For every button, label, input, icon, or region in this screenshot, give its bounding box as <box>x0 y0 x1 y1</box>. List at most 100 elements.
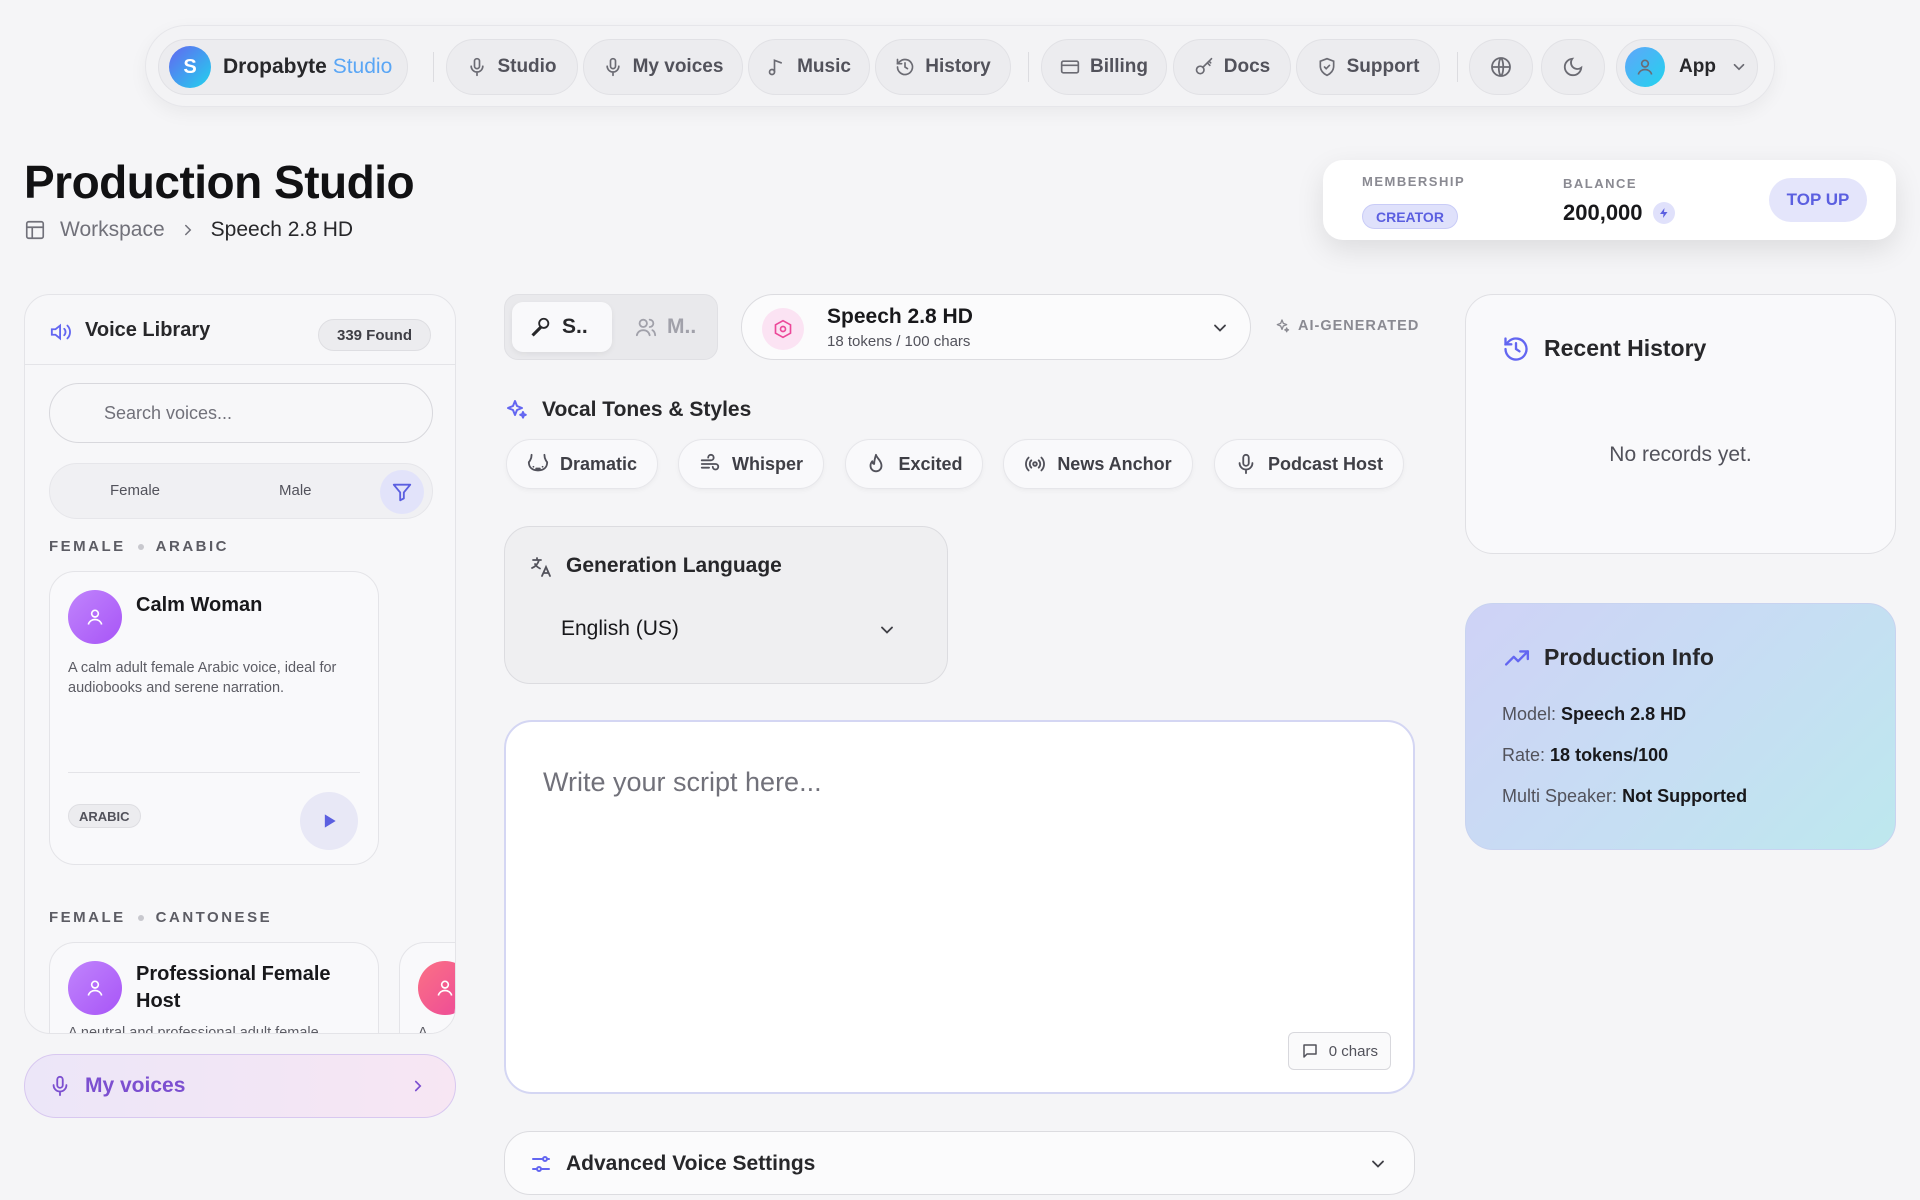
app-label: App <box>1679 56 1716 77</box>
top-navigation: S Dropabyte Studio Studio My voices Musi… <box>145 25 1775 107</box>
model-select[interactable]: Speech 2.8 HD 18 tokens / 100 chars <box>741 294 1251 360</box>
message-icon <box>1303 1044 1317 1058</box>
chevron-down-icon <box>881 626 893 634</box>
nav-label: My voices <box>632 56 724 77</box>
model-rate: 18 tokens / 100 chars <box>827 333 971 350</box>
section-language: ARABIC <box>155 538 230 555</box>
language-tag: ARABIC <box>68 804 141 828</box>
section-label-female-cantonese: FEMALE CANTONESE <box>49 909 272 926</box>
char-count-badge: 0 chars <box>1287 1032 1391 1070</box>
generation-language-title: Generation Language <box>566 554 782 577</box>
moon-icon <box>1563 57 1583 77</box>
chevron-down-icon <box>1733 63 1745 71</box>
info-label: Multi Speaker: <box>1502 786 1618 806</box>
style-label: Dramatic <box>559 453 638 474</box>
language-select[interactable]: English (US) <box>537 605 917 655</box>
voice-card[interactable]: Calm Woman A calm adult female Arabic vo… <box>49 571 379 865</box>
breadcrumb: Workspace Speech 2.8 HD <box>24 218 353 242</box>
style-chip-dramatic[interactable]: Dramatic <box>506 439 658 489</box>
info-row-multi-speaker: Multi Speaker: Not Supported <box>1502 786 1747 807</box>
separator-dot <box>137 914 144 921</box>
top-up-button[interactable]: TOP UP <box>1769 178 1867 222</box>
style-chip-excited[interactable]: Excited <box>845 439 983 489</box>
trending-up-icon <box>1504 650 1530 666</box>
balance-row: 200,000 <box>1563 200 1675 226</box>
info-value: Not Supported <box>1622 786 1748 806</box>
mode-single-speaker[interactable]: S.. <box>512 302 612 352</box>
hexagon-icon <box>774 319 792 339</box>
users-icon <box>635 318 657 337</box>
balance-value: 200,000 <box>1563 200 1643 225</box>
breadcrumb-workspace[interactable]: Workspace <box>60 218 165 242</box>
info-value: 18 tokens/100 <box>1550 745 1669 765</box>
info-label: Model: <box>1502 704 1557 724</box>
translate-icon <box>531 557 551 577</box>
style-label: Whisper <box>731 453 803 474</box>
voice-description: A calm adult female Arabic voice, ideal … <box>68 660 337 696</box>
gender-option-female[interactable]: Female <box>110 482 160 499</box>
style-chip-whisper[interactable]: Whisper <box>678 439 824 489</box>
nav-item-my-voices[interactable]: My voices <box>583 39 743 95</box>
user-icon <box>87 609 103 625</box>
style-chip-podcast-host[interactable]: Podcast Host <box>1214 439 1404 489</box>
play-button[interactable] <box>300 792 358 850</box>
sliders-icon <box>532 1156 550 1172</box>
chevron-right-icon <box>414 1080 422 1092</box>
broadcast-icon <box>1025 456 1046 472</box>
info-row-model: Model: Speech 2.8 HD <box>1502 704 1686 725</box>
gender-option-male[interactable]: Male <box>279 482 312 499</box>
nav-item-music[interactable]: Music <box>748 39 870 95</box>
info-value: Speech 2.8 HD <box>1561 704 1687 724</box>
nav-label: History <box>925 56 991 77</box>
search-voices-input[interactable]: Search voices... <box>49 383 433 443</box>
my-voices-button[interactable]: My voices <box>24 1054 456 1118</box>
theme-toggle-button[interactable] <box>1541 39 1605 95</box>
filter-button[interactable] <box>380 470 424 514</box>
voice-avatar <box>418 961 455 1015</box>
key-icon <box>1195 57 1213 75</box>
ai-generated-text: AI-GENERATED <box>1298 318 1420 334</box>
separator-dot <box>137 543 144 550</box>
script-textarea[interactable]: Write your script here... 0 chars <box>504 720 1415 1094</box>
globe-icon <box>1491 57 1511 77</box>
voice-library-title: Voice Library <box>85 319 211 341</box>
language-globe-button[interactable] <box>1469 39 1533 95</box>
nav-label: Billing <box>1089 56 1149 77</box>
page-title: Production Studio <box>24 156 415 208</box>
generation-language-panel: Generation Language English (US) <box>504 526 948 684</box>
nav-item-billing[interactable]: Billing <box>1041 39 1167 95</box>
layout-icon <box>25 220 45 240</box>
user-icon <box>437 980 453 996</box>
history-empty-state: No records yet. <box>1609 443 1752 466</box>
recent-history-title: Recent History <box>1544 335 1707 361</box>
chevron-down-icon <box>1372 1160 1384 1168</box>
app-menu-button[interactable]: App <box>1616 39 1758 95</box>
voice-avatar <box>68 961 122 1015</box>
nav-label: Docs <box>1223 56 1271 77</box>
nav-item-support[interactable]: Support <box>1296 39 1440 95</box>
flame-icon <box>870 453 883 473</box>
chevron-right-icon <box>184 224 191 236</box>
mic-icon <box>605 57 620 77</box>
nav-item-history[interactable]: History <box>875 39 1011 95</box>
voice-name: Professional Female Host <box>136 963 331 1012</box>
nav-label: Support <box>1346 56 1420 77</box>
theater-icon <box>527 453 549 472</box>
info-row-rate: Rate: 18 tokens/100 <box>1502 745 1668 766</box>
recent-history-panel: Recent History No records yet. <box>1465 294 1896 554</box>
mode-label: S.. <box>562 315 588 338</box>
user-icon <box>1637 59 1653 75</box>
nav-item-studio[interactable]: Studio <box>446 39 578 95</box>
voice-description: A <box>418 1025 428 1034</box>
nav-label: Music <box>797 56 851 77</box>
style-chip-news-anchor[interactable]: News Anchor <box>1003 439 1193 489</box>
nav-label: Studio <box>497 56 557 77</box>
mode-multi-speaker[interactable]: M.. <box>617 302 713 352</box>
advanced-voice-settings[interactable]: Advanced Voice Settings <box>504 1131 1415 1195</box>
balance-card: MEMBERSHIP CREATOR BALANCE 200,000 TOP U… <box>1323 160 1896 240</box>
nav-item-docs[interactable]: Docs <box>1173 39 1291 95</box>
brand-pill[interactable]: S Dropabyte Studio <box>158 39 408 95</box>
section-language: CANTONESE <box>155 909 273 926</box>
voice-card-partial[interactable]: A <box>399 942 455 1034</box>
voice-card[interactable]: Professional Female Host A neutral and p… <box>49 942 379 1033</box>
